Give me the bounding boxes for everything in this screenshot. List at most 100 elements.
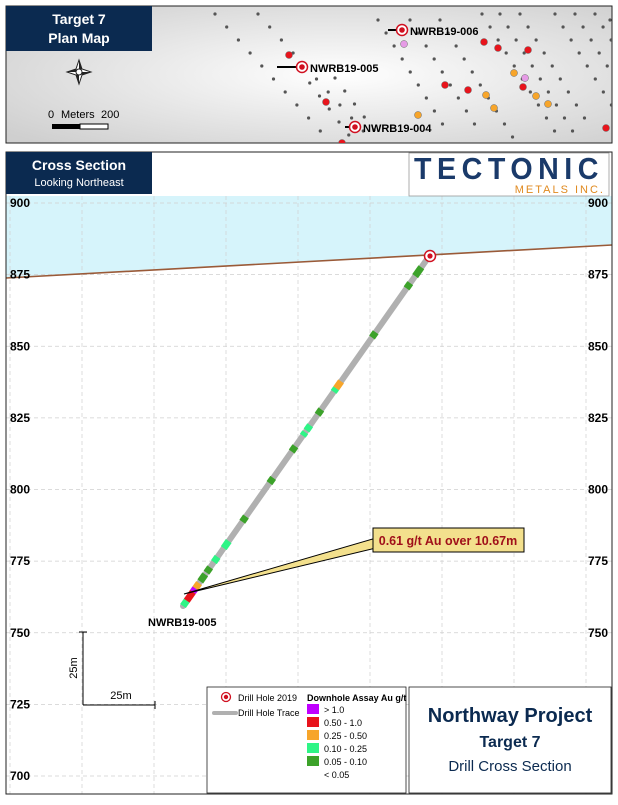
assay-collar-dot xyxy=(481,39,488,46)
elevation-label: 700 xyxy=(10,769,30,783)
collar-dot xyxy=(213,12,216,15)
assay-collar-dot xyxy=(415,112,422,119)
legend-class-label: 0.10 - 0.25 xyxy=(324,744,367,754)
elevation-label: 875 xyxy=(588,268,608,282)
collar-dot xyxy=(513,64,516,67)
elevation-label: 800 xyxy=(588,483,608,497)
legend-swatch xyxy=(307,743,319,753)
collar-dot xyxy=(272,77,275,80)
legend-swatch xyxy=(307,717,319,727)
collar-dot xyxy=(455,44,458,47)
collar-dot xyxy=(547,90,550,93)
elevation-label: 850 xyxy=(10,339,30,353)
elevation-label: 825 xyxy=(588,411,608,425)
collar-dot xyxy=(575,103,578,106)
collar-dot xyxy=(441,70,444,73)
tectonic-logo: TECTONIC METALS INC. xyxy=(409,151,609,196)
collar-dot xyxy=(555,103,558,106)
legend-class-label: 0.05 - 0.10 xyxy=(324,757,367,767)
legend-swatch xyxy=(307,756,319,766)
elevation-label: 750 xyxy=(588,626,608,640)
legend-swatch xyxy=(307,704,319,714)
legend-drill-trace-label: Drill Hole Trace xyxy=(238,708,300,718)
assay-collar-dot xyxy=(286,52,293,59)
collar-dot xyxy=(338,103,341,106)
legend-class-label: < 0.05 xyxy=(324,770,349,780)
legend-class-label: > 1.0 xyxy=(324,705,344,715)
collar-dot xyxy=(602,90,605,93)
collar-dot xyxy=(465,109,468,112)
collar-dot xyxy=(319,129,322,132)
elevation-label: 775 xyxy=(588,554,608,568)
collar-dot xyxy=(249,51,252,54)
elevation-label: 775 xyxy=(10,554,30,568)
collar-dot xyxy=(480,12,483,15)
collar-dot xyxy=(506,25,509,28)
collar-dot xyxy=(571,129,574,132)
legend-swatch xyxy=(307,730,319,740)
collar-dot xyxy=(337,120,340,123)
scale-max: 200 xyxy=(101,109,119,121)
assay-collar-dot xyxy=(511,70,518,77)
collar-dot xyxy=(559,77,562,80)
collar-dot xyxy=(318,94,321,97)
collar-dot xyxy=(553,12,556,15)
collar-dot xyxy=(353,102,356,105)
collar-dot xyxy=(593,12,596,15)
collar-dot xyxy=(535,38,538,41)
collar-dot xyxy=(343,89,346,92)
plan-hole-label: NWRB19-006 xyxy=(410,26,478,38)
collar-dot xyxy=(563,116,566,119)
collar-dot xyxy=(515,38,518,41)
collar-dot xyxy=(225,25,228,28)
collar-dot xyxy=(526,25,529,28)
collar-dot xyxy=(606,64,609,67)
legend-drill-hole-label: Drill Hole 2019 xyxy=(238,693,297,703)
collar-dot xyxy=(393,44,396,47)
collar-dot xyxy=(417,83,420,86)
collar-dot xyxy=(441,122,444,125)
scale-horizontal-label: 25m xyxy=(110,690,131,702)
project-description: Drill Cross Section xyxy=(448,758,571,775)
collar-dot xyxy=(601,25,604,28)
assay-collar-dot xyxy=(339,140,346,147)
collar-dot xyxy=(498,12,501,15)
collar-dot xyxy=(401,57,404,60)
collar-dot xyxy=(503,122,506,125)
collar-dot xyxy=(425,44,428,47)
collar-dot xyxy=(457,96,460,99)
collar-dot xyxy=(376,18,379,21)
collar-dot xyxy=(614,77,617,80)
assay-collar-dot xyxy=(522,75,529,82)
assay-collar-dot xyxy=(401,41,408,48)
collar-dot xyxy=(268,25,271,28)
collar-dot xyxy=(347,133,350,136)
collar-dot xyxy=(598,51,601,54)
drill-hole-trace[interactable] xyxy=(183,255,430,606)
collar-dot xyxy=(594,77,597,80)
collar-dot xyxy=(438,18,441,21)
logo-main: TECTONIC xyxy=(414,151,604,186)
plan-map-title: Target 7 xyxy=(52,11,106,27)
elevation-label: 900 xyxy=(588,196,608,210)
collar-dot xyxy=(473,122,476,125)
assay-collar-dot xyxy=(533,93,540,100)
assay-collar-dot xyxy=(323,99,330,106)
legend: Drill Hole 2019 Drill Hole Trace Downhol… xyxy=(207,687,406,793)
collar-dot xyxy=(608,18,611,21)
collar-dot xyxy=(573,12,576,15)
drill-collar-marker-icon[interactable] xyxy=(425,251,436,262)
collar-dot xyxy=(578,51,581,54)
collar-dot xyxy=(505,51,508,54)
collar-dot xyxy=(280,38,283,41)
collar-dot xyxy=(308,81,311,84)
air-zone xyxy=(6,196,612,278)
plan-hole-nwrb19-006[interactable]: NWRB19-006 xyxy=(388,25,478,39)
collar-dot xyxy=(583,116,586,119)
collar-dot xyxy=(567,90,570,93)
assay-collar-dot xyxy=(525,47,532,54)
collar-dot xyxy=(328,107,331,110)
project-title: Northway Project xyxy=(428,705,593,727)
collar-dot xyxy=(295,103,298,106)
scale-vertical-label: 25m xyxy=(68,657,80,678)
